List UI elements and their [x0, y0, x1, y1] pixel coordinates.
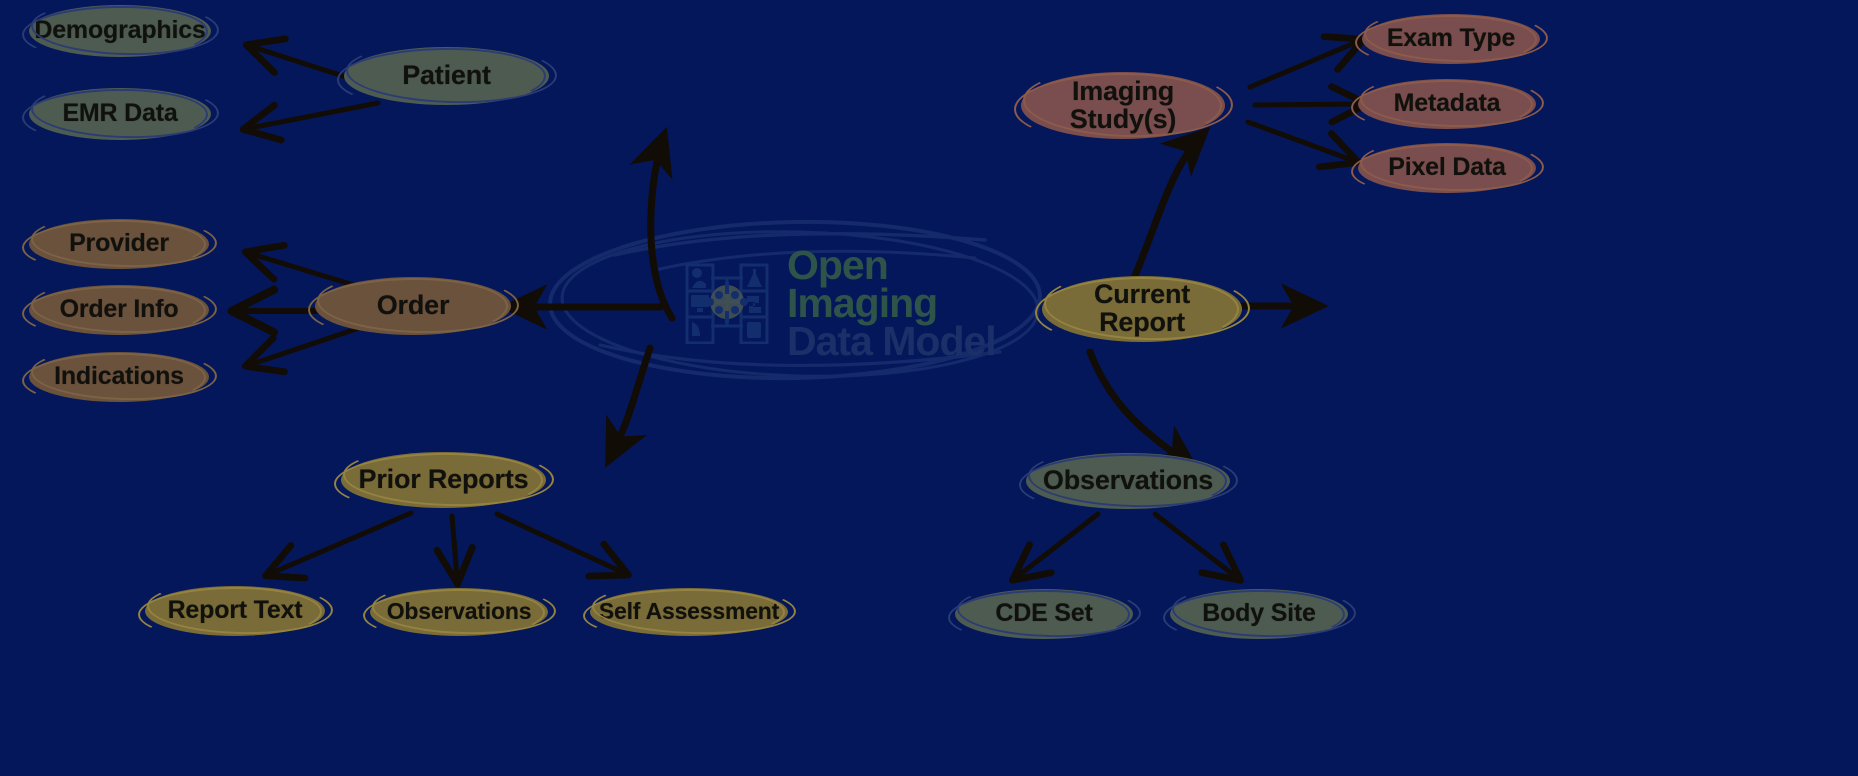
node-current-report-label-line1: Current: [1093, 279, 1191, 310]
edge-imaging-study-to-metadata: [1252, 83, 1371, 126]
edge-observations-to-body-site: [1152, 511, 1244, 584]
node-metadata-label: Metadata: [1393, 89, 1501, 118]
edge-hub-to-prior-reports: [605, 344, 654, 468]
node-report-text[interactable]: Report Text: [145, 586, 325, 636]
node-indications[interactable]: Indications: [29, 352, 209, 402]
open-imaging-data-model-logo: Open Imaging Data Model: [585, 245, 1015, 361]
edge-observations-to-cde-set: [1009, 511, 1101, 584]
node-observations[interactable]: Observations: [1026, 453, 1230, 509]
node-order-info-label: Order Info: [59, 295, 179, 324]
edge-patient-to-emr-data: [239, 100, 381, 144]
node-prior-observations[interactable]: Observations: [370, 588, 548, 636]
node-provider-label: Provider: [69, 229, 169, 258]
node-patient[interactable]: Patient: [344, 47, 549, 105]
edge-imaging-study-to-pixel-data: [1245, 119, 1363, 171]
node-report-text-label: Report Text: [167, 596, 303, 625]
node-prior-observations-label: Observations: [386, 598, 532, 625]
node-order-info[interactable]: Order Info: [29, 285, 209, 335]
hub-ellipse-layer: [548, 219, 1042, 381]
node-body-site-label: Body Site: [1202, 599, 1316, 628]
arrow-layer: [227, 33, 1371, 588]
edge-prior-reports-to-self-assessment: [494, 511, 632, 580]
node-prior-reports[interactable]: Prior Reports: [341, 452, 546, 508]
node-body-site[interactable]: Body Site: [1170, 589, 1348, 639]
node-demographics-label: Demographics: [34, 16, 206, 45]
edge-order-to-indications: [241, 324, 365, 376]
node-metadata[interactable]: Metadata: [1358, 79, 1536, 129]
logo-line-1: Open Imaging: [787, 242, 938, 327]
node-imaging-study-label-line1: Imaging: [1071, 75, 1175, 106]
node-imaging-study[interactable]: Imaging Study(s): [1021, 72, 1225, 139]
node-patient-label: Patient: [402, 60, 491, 91]
node-current-report[interactable]: Current Report: [1042, 276, 1242, 342]
node-cde-set-label: CDE Set: [995, 599, 1093, 628]
node-self-assessment[interactable]: Self Assessment: [590, 588, 788, 636]
node-self-assessment-label: Self Assessment: [598, 598, 780, 625]
node-imaging-study-label-line2: Study(s): [1069, 103, 1177, 134]
edge-prior-reports-to-report-text: [262, 510, 414, 582]
node-indications-label: Indications: [54, 362, 184, 391]
node-order[interactable]: Order: [315, 277, 511, 335]
node-cde-set[interactable]: CDE Set: [955, 589, 1133, 639]
logo-line-2: Data Model: [787, 317, 997, 364]
hub-and-spoke-data-nodes-icon: [681, 260, 773, 349]
node-order-label: Order: [376, 290, 450, 321]
node-provider[interactable]: Provider: [29, 219, 209, 269]
node-current-report-label-line2: Report: [1099, 307, 1185, 337]
node-exam-type[interactable]: Exam Type: [1362, 14, 1540, 64]
node-prior-reports-label: Prior Reports: [358, 464, 529, 495]
node-pixel-data-label: Pixel Data: [1388, 153, 1506, 182]
node-emr-data[interactable]: EMR Data: [29, 88, 211, 140]
node-emr-data-label: EMR Data: [62, 99, 178, 128]
node-pixel-data[interactable]: Pixel Data: [1358, 143, 1536, 193]
node-exam-type-label: Exam Type: [1386, 24, 1516, 53]
mind-map-canvas: Open Imaging Data Model Patient Demograp…: [0, 0, 1858, 776]
edge-imaging-study-to-exam-type: [1247, 33, 1367, 90]
edge-prior-reports-to-prior-observations: [433, 513, 476, 588]
node-demographics[interactable]: Demographics: [29, 5, 211, 57]
node-observations-label: Observations: [1042, 465, 1214, 496]
edge-hub-to-observations: [1086, 348, 1201, 473]
